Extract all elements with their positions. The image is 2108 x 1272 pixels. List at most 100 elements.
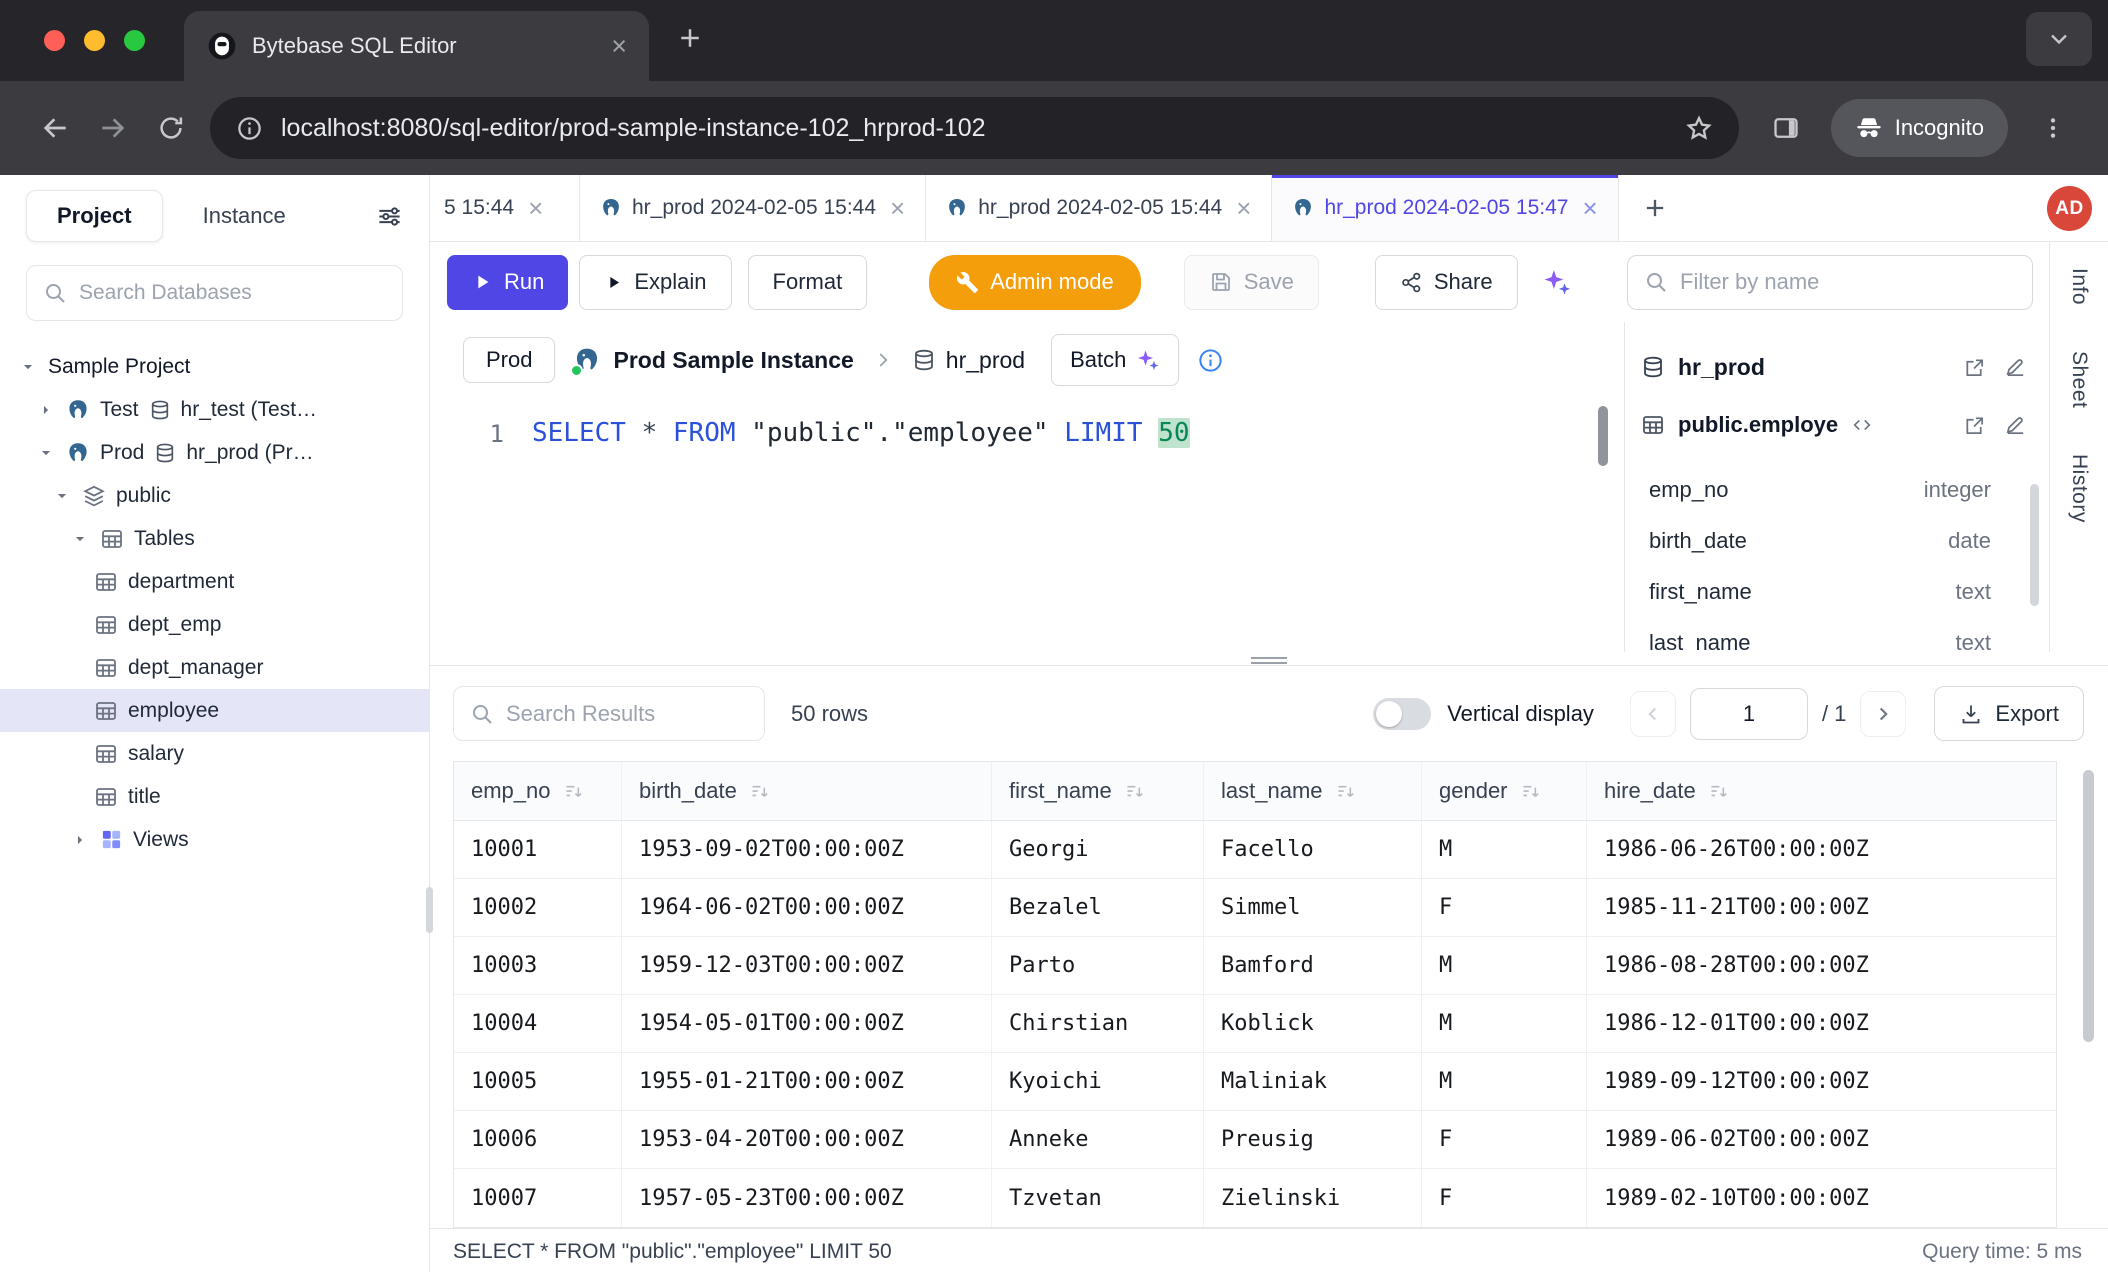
edit-icon[interactable]	[2004, 414, 2027, 437]
forward-button[interactable]	[84, 99, 142, 157]
tree-item-dept-manager[interactable]: dept_manager	[0, 646, 429, 689]
tree-item-department[interactable]: department	[0, 560, 429, 603]
table-cell[interactable]: 10005	[454, 1053, 622, 1110]
zoom-window-button[interactable]	[124, 30, 145, 51]
table-cell[interactable]: 10004	[454, 995, 622, 1052]
vertical-display-toggle[interactable]	[1373, 698, 1431, 730]
side-panel-icon[interactable]	[1757, 99, 1815, 157]
share-button[interactable]: Share	[1375, 255, 1518, 310]
external-link-icon[interactable]	[1963, 414, 1986, 437]
close-tab-icon[interactable]: ×	[528, 195, 543, 221]
tree-item-dept-emp[interactable]: dept_emp	[0, 603, 429, 646]
table-cell[interactable]: Tzvetan	[992, 1169, 1204, 1227]
table-cell[interactable]: 10007	[454, 1169, 622, 1227]
query-tab[interactable]: 5 15:44×	[430, 175, 580, 241]
column-header-emp-no[interactable]: emp_no	[454, 762, 622, 820]
table-cell[interactable]: M	[1422, 995, 1587, 1052]
reload-button[interactable]	[142, 99, 200, 157]
table-row[interactable]: 100071957-05-23T00:00:00ZTzvetanZielinsk…	[454, 1169, 2056, 1227]
tab-project[interactable]: Project	[26, 190, 163, 242]
table-row[interactable]: 100051955-01-21T00:00:00ZKyoichiMaliniak…	[454, 1053, 2056, 1111]
external-link-icon[interactable]	[1963, 356, 1986, 379]
batch-mode-button[interactable]: Batch	[1051, 334, 1179, 386]
table-cell[interactable]: Kyoichi	[992, 1053, 1204, 1110]
table-row[interactable]: 100061953-04-20T00:00:00ZAnnekePreusigF1…	[454, 1111, 2056, 1169]
tree-item-sample-project[interactable]: Sample Project	[0, 345, 429, 388]
tree-item-test[interactable]: Testhr_test (Test…	[0, 388, 429, 431]
table-cell[interactable]: Bamford	[1204, 937, 1422, 994]
prev-page-button[interactable]	[1630, 691, 1676, 737]
results-search-input[interactable]	[506, 701, 748, 727]
results-splitter[interactable]	[430, 652, 2108, 666]
column-header-hire-date[interactable]: hire_date	[1587, 762, 2056, 820]
tree-item-salary[interactable]: salary	[0, 732, 429, 775]
sort-icon[interactable]	[749, 781, 770, 802]
minimize-window-button[interactable]	[84, 30, 105, 51]
query-tab[interactable]: hr_prod 2024-02-05 15:44×	[926, 175, 1272, 241]
close-tab-icon[interactable]: ×	[1236, 195, 1251, 221]
sql-editor[interactable]: 1 SELECT * FROM "public"."employee" LIMI…	[430, 398, 1624, 652]
close-tab-icon[interactable]: ×	[890, 195, 905, 221]
table-row[interactable]: 100041954-05-01T00:00:00ZChirstianKoblic…	[454, 995, 2056, 1053]
tree-item-tables[interactable]: Tables	[0, 517, 429, 560]
explain-button[interactable]: Explain	[579, 255, 731, 310]
code-icon[interactable]	[1851, 414, 1873, 436]
table-cell[interactable]: Maliniak	[1204, 1053, 1422, 1110]
table-cell[interactable]: 1989-02-10T00:00:00Z	[1587, 1169, 2056, 1227]
column-header-birth-date[interactable]: birth_date	[622, 762, 992, 820]
close-window-button[interactable]	[44, 30, 65, 51]
format-button[interactable]: Format	[748, 255, 868, 310]
sql-code-line[interactable]: SELECT * FROM "public"."employee" LIMIT …	[504, 398, 1190, 652]
table-cell[interactable]: 1957-05-23T00:00:00Z	[622, 1169, 992, 1227]
tab-search-button[interactable]	[2026, 12, 2092, 66]
side-tab-sheet[interactable]: Sheet	[2067, 351, 2091, 408]
table-cell[interactable]: Facello	[1204, 821, 1422, 878]
table-cell[interactable]: 1986-12-01T00:00:00Z	[1587, 995, 2056, 1052]
caret-down-icon[interactable]	[36, 444, 56, 462]
table-cell[interactable]: 1986-08-28T00:00:00Z	[1587, 937, 2056, 994]
schema-filter-input[interactable]	[1680, 269, 2016, 295]
panel-resize-handle[interactable]	[1624, 368, 1625, 398]
bookmark-star-icon[interactable]	[1685, 114, 1713, 142]
page-number-input[interactable]	[1690, 688, 1808, 740]
filter-settings-icon[interactable]	[376, 203, 403, 230]
browser-menu-icon[interactable]	[2024, 99, 2082, 157]
caret-right-icon[interactable]	[36, 401, 56, 419]
browser-tab[interactable]: Bytebase SQL Editor ×	[184, 11, 649, 81]
table-cell[interactable]: M	[1422, 937, 1587, 994]
new-query-tab-button[interactable]	[1619, 175, 1691, 241]
table-cell[interactable]: 1989-06-02T00:00:00Z	[1587, 1111, 2056, 1168]
sort-icon[interactable]	[1708, 781, 1729, 802]
table-cell[interactable]: 1964-06-02T00:00:00Z	[622, 879, 992, 936]
table-cell[interactable]: 1954-05-01T00:00:00Z	[622, 995, 992, 1052]
schema-scrollbar[interactable]	[2030, 484, 2039, 606]
table-cell[interactable]: M	[1422, 821, 1587, 878]
close-tab-icon[interactable]: ×	[611, 33, 627, 60]
export-button[interactable]: Export	[1934, 686, 2084, 741]
table-cell[interactable]: 1955-01-21T00:00:00Z	[622, 1053, 992, 1110]
instance-selector[interactable]: Prod Sample Instance	[573, 346, 853, 374]
table-cell[interactable]: Chirstian	[992, 995, 1204, 1052]
table-cell[interactable]: 10001	[454, 821, 622, 878]
table-cell[interactable]: 1986-06-26T00:00:00Z	[1587, 821, 2056, 878]
next-page-button[interactable]	[1860, 691, 1906, 737]
table-cell[interactable]: 1953-09-02T00:00:00Z	[622, 821, 992, 878]
schema-filter[interactable]	[1627, 255, 2033, 310]
side-tab-info[interactable]: Info	[2067, 268, 2091, 305]
table-row[interactable]: 100011953-09-02T00:00:00ZGeorgiFacelloM1…	[454, 821, 2056, 879]
caret-down-icon[interactable]	[18, 358, 38, 376]
database-search[interactable]	[26, 265, 403, 321]
back-button[interactable]	[26, 99, 84, 157]
admin-mode-button[interactable]: Admin mode	[929, 255, 1141, 310]
results-search[interactable]	[453, 686, 765, 741]
url-text[interactable]: localhost:8080/sql-editor/prod-sample-in…	[281, 114, 1667, 143]
table-cell[interactable]: Simmel	[1204, 879, 1422, 936]
table-cell[interactable]: 1985-11-21T00:00:00Z	[1587, 879, 2056, 936]
column-header-gender[interactable]: gender	[1422, 762, 1587, 820]
caret-down-icon[interactable]	[70, 530, 90, 548]
table-row[interactable]: 100031959-12-03T00:00:00ZPartoBamfordM19…	[454, 937, 2056, 995]
sort-icon[interactable]	[1124, 781, 1145, 802]
table-cell[interactable]: 10002	[454, 879, 622, 936]
tree-item-public[interactable]: public	[0, 474, 429, 517]
table-cell[interactable]: F	[1422, 1111, 1587, 1168]
